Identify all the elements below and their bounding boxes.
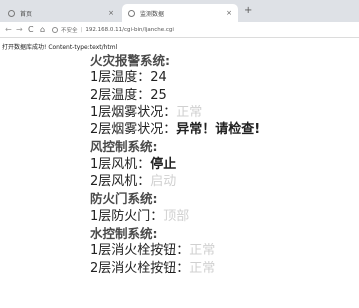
section-title: 防火门系统:	[90, 191, 158, 207]
status-line: 2层消火栓按钮：正常	[90, 260, 355, 277]
tab-strip: 首页 × 监测数据 × +	[0, 0, 359, 22]
status-value: 顶部	[163, 208, 190, 224]
status-line: 1层消火栓按钮：正常	[90, 242, 355, 259]
status-label: 1层温度：	[90, 70, 151, 86]
status-label: 1层防火门：	[90, 208, 164, 224]
status-value: 异常！请检查!	[176, 122, 261, 138]
back-icon[interactable]: ←	[5, 24, 12, 35]
reload-icon[interactable]: C	[28, 24, 34, 35]
close-icon[interactable]: ×	[108, 9, 114, 17]
status-value: 停止	[150, 156, 177, 172]
forward-icon[interactable]: →	[16, 24, 23, 35]
status-line: 1层烟雾状况：正常	[90, 104, 355, 121]
security-label: 不安全	[61, 27, 78, 34]
tab-monitor-data[interactable]: 监测数据 ×	[122, 4, 238, 22]
status-label: 2层温度：	[90, 87, 151, 103]
new-tab-button[interactable]: +	[244, 5, 252, 17]
section-title: 风控制系统:	[90, 139, 158, 155]
page-content: 打开数据库成功! Content-type:text/html 火灾报警系统: 1…	[0, 38, 359, 308]
status-value: 启动	[150, 174, 177, 190]
status-line: 1层风机：停止	[90, 156, 355, 173]
status-label: 1层消火栓按钮：	[90, 243, 190, 259]
status-label: 1层烟雾状况：	[90, 104, 177, 120]
section-heading: 火灾报警系统:	[90, 52, 355, 69]
status-value: 24	[150, 70, 167, 86]
tab-title: 监测数据	[140, 10, 165, 18]
status-value: 正常	[176, 104, 203, 120]
status-label: 1层风机：	[90, 156, 151, 172]
globe-icon	[8, 9, 15, 17]
status-line: 2层风机：启动	[90, 173, 355, 190]
globe-icon	[128, 9, 135, 17]
status-line: 1层防火门：顶部	[90, 208, 355, 225]
tab-home[interactable]: 首页 ×	[2, 4, 120, 22]
section-heading: 风控制系统:	[90, 138, 355, 155]
tab-title: 首页	[20, 10, 33, 18]
address-separator: |	[80, 26, 83, 33]
status-value: 25	[150, 87, 167, 103]
section-title: 火灾报警系统:	[90, 53, 170, 68]
page-header: 打开数据库成功! Content-type:text/html	[2, 44, 118, 51]
status-value: 正常	[189, 243, 216, 259]
status-line: 2层烟雾状况：异常！请检查!	[90, 121, 355, 138]
url-text[interactable]: 192.168.0.11/cgi-bin/ljanche.cgi	[85, 27, 174, 33]
status-label: 2层风机：	[90, 174, 151, 190]
close-icon[interactable]: ×	[226, 9, 232, 17]
section-heading: 水控制系统:	[90, 225, 355, 242]
info-icon[interactable]	[52, 26, 58, 33]
address-bar[interactable]: 不安全 | 192.168.0.11/cgi-bin/ljanche.cgi	[52, 24, 352, 35]
status-label: 2层烟雾状况：	[90, 122, 177, 138]
home-icon[interactable]: ⌂	[40, 24, 45, 35]
section-title: 水控制系统:	[90, 225, 158, 241]
status-line: 2层温度：25	[90, 87, 355, 104]
status-line: 1层温度：24	[90, 69, 355, 86]
status-label: 2层消火栓按钮：	[90, 260, 190, 276]
status-value: 正常	[189, 260, 216, 276]
browser-toolbar: ← → C ⌂ 不安全 | 192.168.0.11/cgi-bin/ljanc…	[0, 22, 359, 38]
browser-window: 首页 × 监测数据 × + ← → C ⌂ 不安全 | 192.168.0.11…	[0, 0, 359, 308]
status-report: 火灾报警系统: 1层温度：24 2层温度：25 1层烟雾状况：正常 2层烟雾状况：异常！…	[90, 52, 355, 277]
section-heading: 防火门系统:	[90, 190, 355, 207]
